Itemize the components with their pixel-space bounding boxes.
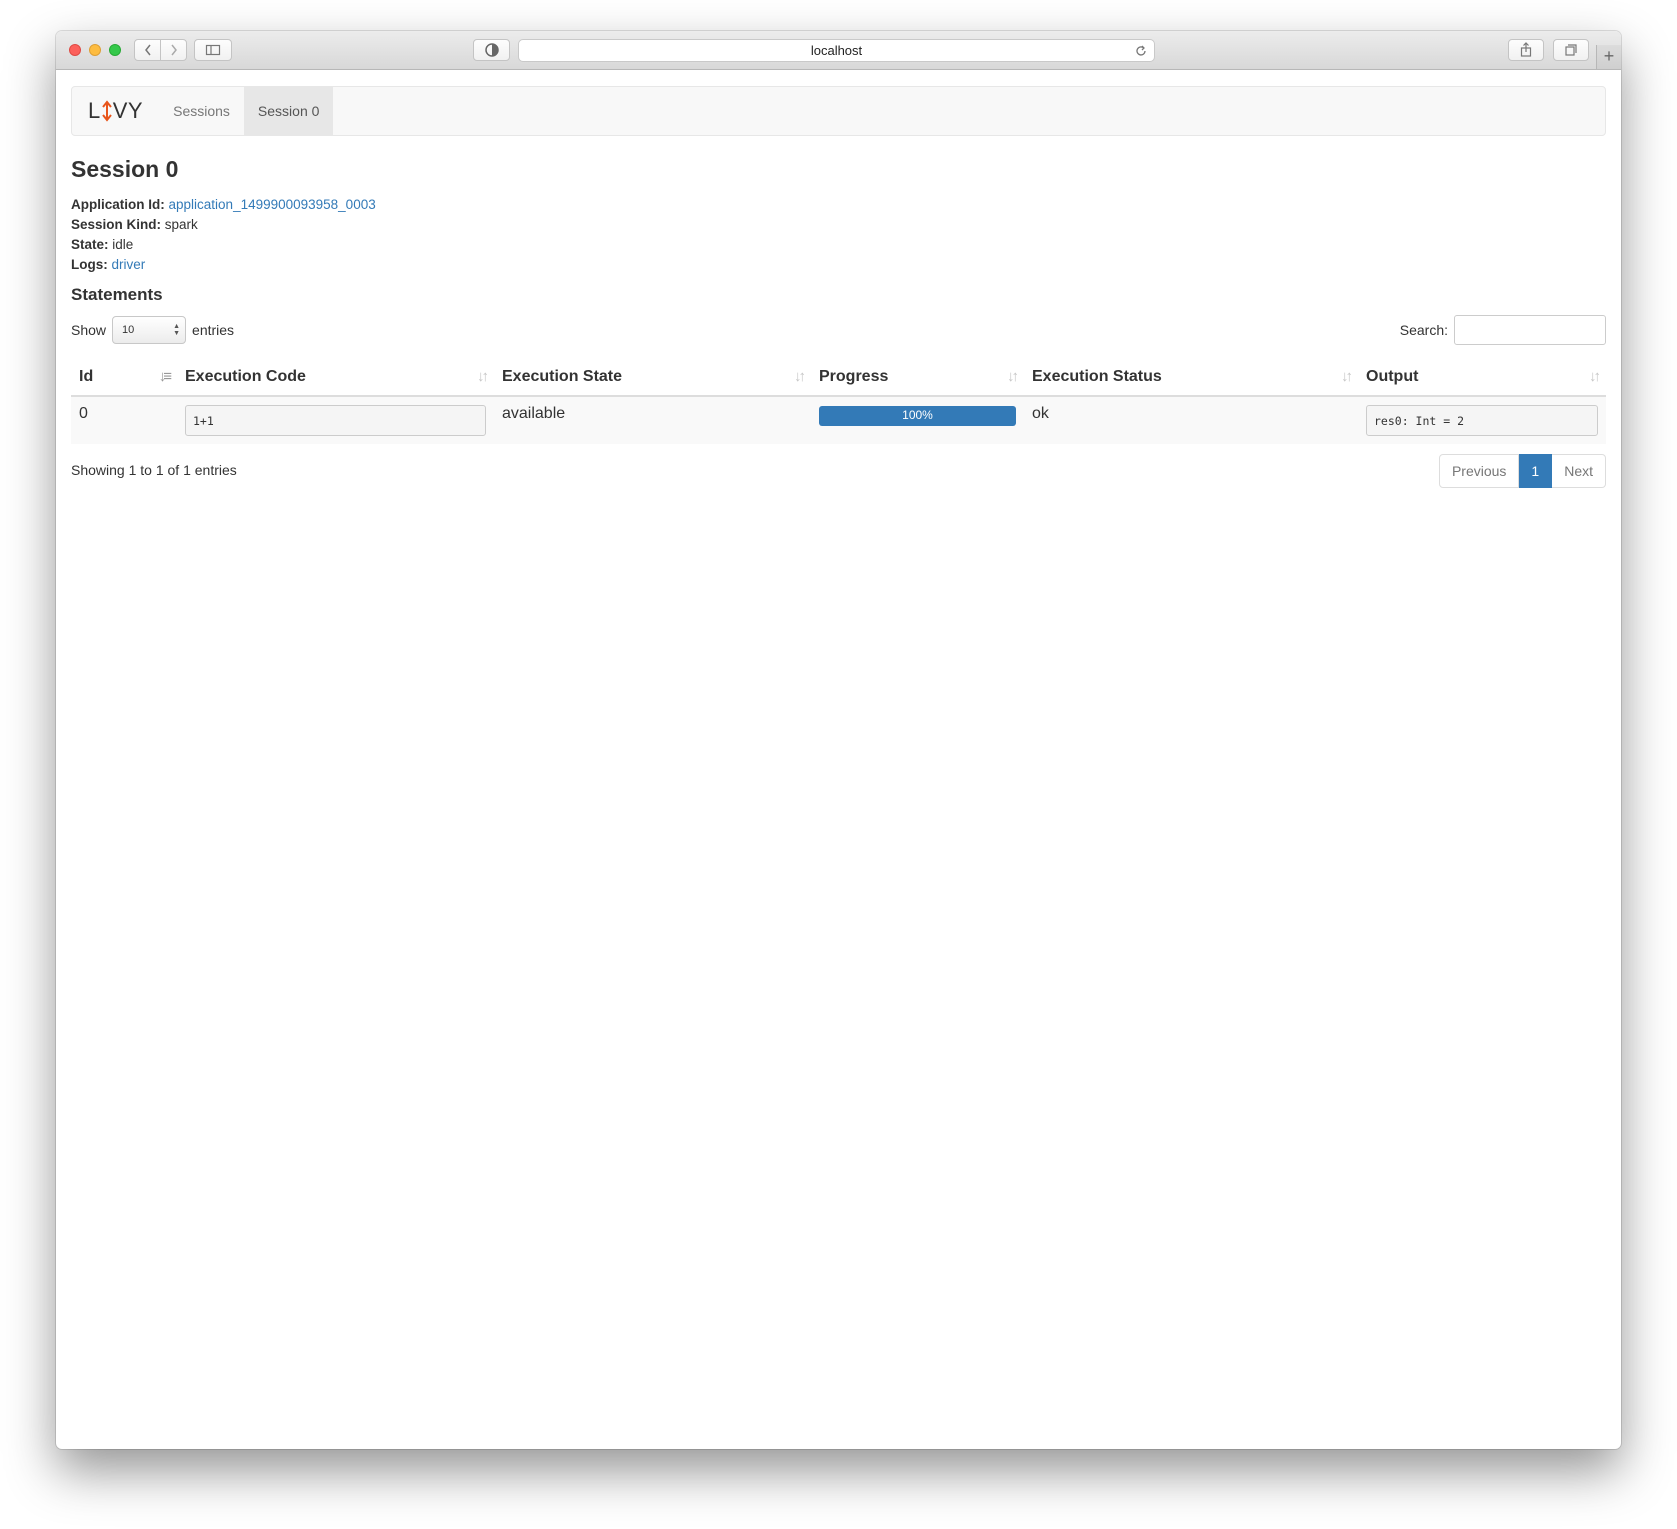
- share-button[interactable]: [1508, 39, 1544, 61]
- sort-icon[interactable]: ↓↑: [1589, 368, 1601, 385]
- table-row: 0 1+1 available 100% ok res0: Int = 2: [71, 396, 1606, 444]
- column-header-label: Execution Status: [1032, 368, 1162, 385]
- app-id-link[interactable]: application_1499900093958_0003: [169, 197, 376, 212]
- show-label: Show: [71, 322, 107, 338]
- cell-progress: 100%: [811, 396, 1024, 444]
- statements-table: Id ↓≡ Execution Code ↓↑ Execution State …: [71, 359, 1606, 444]
- column-header-label: Output: [1366, 368, 1419, 385]
- progress-bar: 100%: [819, 406, 1016, 426]
- sort-icon[interactable]: ↓↑: [1007, 368, 1019, 385]
- table-info-text: Showing 1 to 1 of 1 entries: [71, 462, 237, 478]
- livy-logo[interactable]: L VY: [72, 87, 159, 135]
- entries-label: entries: [192, 322, 235, 338]
- state-value: idle: [112, 237, 134, 252]
- output-code-block: res0: Int = 2: [1366, 405, 1598, 436]
- minimize-window-button[interactable]: [89, 44, 101, 56]
- table-footer: Showing 1 to 1 of 1 entries Previous 1 N…: [71, 454, 1606, 494]
- forward-button[interactable]: [160, 39, 187, 61]
- state-row: State: idle: [71, 235, 1606, 255]
- page-content: L VY Sessions Session 0 Session 0 Applic…: [71, 86, 1606, 494]
- column-header-execution-state[interactable]: Execution State ↓↑: [494, 359, 811, 397]
- column-header-execution-code[interactable]: Execution Code ↓↑: [177, 359, 494, 397]
- column-header-id[interactable]: Id ↓≡: [71, 359, 177, 397]
- select-arrows-icon: ▲ ▼: [173, 323, 181, 337]
- nav-sessions-link[interactable]: Sessions: [159, 87, 244, 135]
- nav-session-0-link[interactable]: Session 0: [243, 87, 334, 135]
- progress-bar-fill: 100%: [819, 406, 1016, 426]
- sort-ascending-icon[interactable]: ↓≡: [159, 368, 172, 385]
- zoom-window-button[interactable]: [109, 44, 121, 56]
- privacy-button[interactable]: [473, 39, 510, 61]
- brand-letter-l: L: [88, 98, 101, 123]
- cell-output: res0: Int = 2: [1358, 396, 1606, 444]
- plus-icon: +: [1603, 46, 1615, 66]
- sort-icon[interactable]: ↓↑: [794, 368, 806, 385]
- column-header-label: Id: [79, 368, 94, 385]
- cell-id: 0: [71, 396, 177, 444]
- cell-execution-status: ok: [1024, 396, 1358, 444]
- app-id-row: Application Id: application_149990009395…: [71, 195, 1606, 215]
- search-control: Search:: [1400, 315, 1606, 345]
- tabs-overview-button[interactable]: [1553, 39, 1589, 61]
- page-length-select[interactable]: 10 ▲ ▼: [112, 316, 187, 344]
- sort-icon[interactable]: ↓↑: [1341, 368, 1353, 385]
- navbar: L VY Sessions Session 0: [71, 86, 1606, 136]
- column-header-label: Execution Code: [185, 368, 306, 385]
- sidebar-icon: [205, 44, 221, 56]
- column-header-label: Execution State: [502, 368, 623, 385]
- session-kind-label: Session Kind:: [71, 217, 162, 232]
- reload-icon[interactable]: [1134, 43, 1148, 64]
- tabs-icon: [1565, 44, 1577, 56]
- browser-titlebar: localhost +: [56, 31, 1621, 70]
- address-bar[interactable]: localhost: [518, 39, 1155, 62]
- updown-arrow-icon: [101, 99, 113, 123]
- logs-row: Logs: driver: [71, 255, 1606, 275]
- sidebar-toggle-button[interactable]: [194, 39, 232, 61]
- next-page-button[interactable]: Next: [1552, 454, 1606, 488]
- shield-icon: [484, 43, 499, 57]
- table-header-row: Id ↓≡ Execution Code ↓↑ Execution State …: [71, 359, 1606, 397]
- chevron-right-icon: [170, 44, 177, 56]
- brand-letters-vy: VY: [112, 98, 144, 123]
- logs-driver-link[interactable]: driver: [112, 257, 146, 272]
- column-header-execution-status[interactable]: Execution Status ↓↑: [1024, 359, 1358, 397]
- cell-execution-state: available: [494, 396, 811, 444]
- close-window-button[interactable]: [69, 44, 81, 56]
- back-button[interactable]: [134, 39, 161, 61]
- column-header-progress[interactable]: Progress ↓↑: [811, 359, 1024, 397]
- page-length-control: Show 10 ▲ ▼ entries: [71, 315, 234, 345]
- logs-label: Logs:: [71, 257, 108, 272]
- new-tab-button[interactable]: +: [1596, 45, 1621, 69]
- chevron-left-icon: [144, 44, 151, 56]
- execution-code-block: 1+1: [185, 405, 486, 436]
- search-input[interactable]: [1454, 315, 1606, 345]
- statements-heading: Statements: [71, 285, 163, 304]
- previous-page-button[interactable]: Previous: [1438, 454, 1520, 488]
- share-icon: [1520, 42, 1532, 57]
- search-label: Search:: [1399, 322, 1448, 338]
- session-info: Application Id: application_149990009395…: [71, 195, 1606, 275]
- page-1-button[interactable]: 1: [1519, 454, 1553, 488]
- table-controls: Show 10 ▲ ▼ entries Search:: [71, 315, 1606, 347]
- url-text: localhost: [810, 43, 863, 58]
- column-header-output[interactable]: Output ↓↑: [1358, 359, 1606, 397]
- sort-icon[interactable]: ↓↑: [477, 368, 489, 385]
- page-length-value: 10: [122, 324, 135, 336]
- app-id-label: Application Id:: [71, 197, 165, 212]
- column-header-label: Progress: [819, 368, 889, 385]
- session-kind-row: Session Kind: spark: [71, 215, 1606, 235]
- page-title: Session 0: [71, 156, 179, 182]
- session-kind-value: spark: [164, 217, 198, 232]
- cell-execution-code: 1+1: [177, 396, 494, 444]
- pagination: Previous 1 Next: [1438, 454, 1606, 488]
- state-label: State:: [71, 237, 109, 252]
- browser-window: localhost + L VY Sessions Session 0 Sess…: [56, 31, 1621, 1449]
